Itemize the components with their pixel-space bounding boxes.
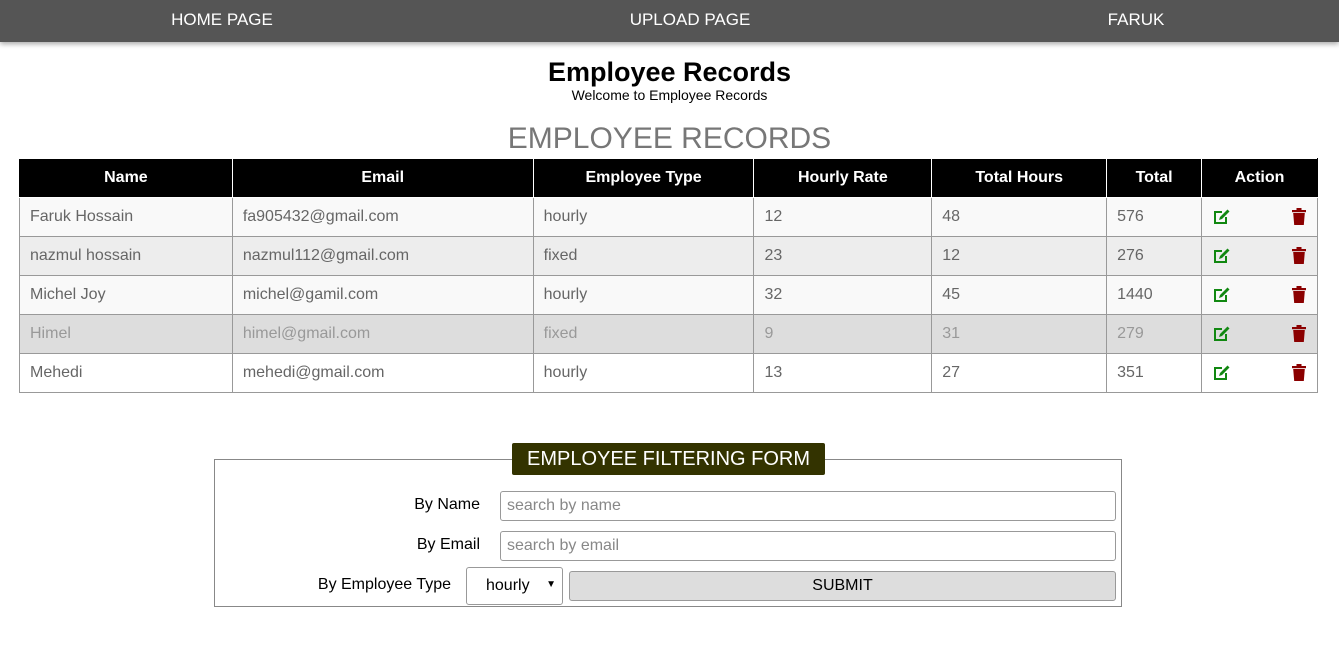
cell-name: Michel Joy (19, 275, 233, 315)
page-title: Employee Records (547, 57, 792, 87)
table-row: Michel Joy michel@gamil.com hourly 32 45… (19, 275, 1318, 315)
cell-email: himel@gmail.com (231, 314, 534, 354)
dropdown-arrow-icon: ▼ (546, 579, 556, 590)
cell-action (1201, 314, 1318, 354)
employee-filtering-form: EMPLOYEE FILTERING FORM By Name By Email… (214, 443, 1122, 607)
cell-total: 1440 (1106, 275, 1203, 315)
by-email-label: By Email (416, 536, 480, 553)
cell-email: nazmul112@gmail.com (231, 236, 534, 276)
trash-icon[interactable] (1292, 325, 1306, 342)
column-header-total-hours[interactable]: Total Hours (931, 158, 1108, 198)
cell-hourly-rate: 32 (753, 275, 933, 315)
cell-employee-type: fixed (532, 236, 755, 276)
cell-total-hours: 31 (931, 314, 1108, 354)
cell-total: 279 (1106, 314, 1203, 354)
nav-upload-link[interactable]: UPLOAD PAGE (630, 0, 751, 42)
trash-icon[interactable] (1292, 247, 1306, 264)
search-by-name-input[interactable] (500, 491, 1116, 521)
edit-icon[interactable] (1212, 286, 1230, 304)
cell-total-hours: 27 (931, 353, 1108, 393)
search-by-email-input[interactable] (500, 531, 1116, 561)
cell-email: michel@gamil.com (231, 275, 534, 315)
cell-name: Mehedi (19, 353, 233, 393)
table-row: Himel himel@gmail.com fixed 9 31 279 (19, 314, 1318, 354)
employee-type-selected-value: hourly (486, 577, 530, 594)
page-subtitle: Welcome to Employee Records (571, 87, 768, 103)
trash-icon[interactable] (1292, 208, 1306, 225)
cell-email: fa905432@gmail.com (231, 197, 534, 237)
employee-type-select[interactable]: hourly ▼ (466, 567, 563, 605)
table-header-row: Name Email Employee Type Hourly Rate Tot… (19, 158, 1318, 198)
cell-total-hours: 12 (931, 236, 1108, 276)
by-employee-type-label: By Employee Type (317, 576, 451, 593)
cell-total-hours: 48 (931, 197, 1108, 237)
trash-icon[interactable] (1292, 364, 1306, 381)
column-header-total[interactable]: Total (1106, 158, 1203, 198)
cell-hourly-rate: 23 (753, 236, 933, 276)
top-navbar: HOME PAGE UPLOAD PAGE FARUK (0, 0, 1339, 42)
column-header-name[interactable]: Name (19, 158, 233, 198)
column-header-action: Action (1201, 158, 1318, 198)
column-header-email[interactable]: Email (231, 158, 534, 198)
cell-employee-type: hourly (532, 275, 755, 315)
trash-icon[interactable] (1292, 286, 1306, 303)
column-header-employee-type[interactable]: Employee Type (532, 158, 755, 198)
cell-name: Himel (19, 314, 233, 354)
cell-employee-type: hourly (532, 197, 755, 237)
cell-name: Faruk Hossain (19, 197, 233, 237)
edit-icon[interactable] (1212, 325, 1230, 343)
column-header-hourly-rate[interactable]: Hourly Rate (753, 158, 933, 198)
edit-icon[interactable] (1212, 247, 1230, 265)
cell-employee-type: hourly (532, 353, 755, 393)
nav-home-link[interactable]: HOME PAGE (171, 0, 273, 42)
cell-action (1201, 353, 1318, 393)
cell-total-hours: 45 (931, 275, 1108, 315)
cell-total: 276 (1106, 236, 1203, 276)
records-section-title: EMPLOYEE RECORDS (507, 122, 832, 155)
cell-employee-type: fixed (532, 314, 755, 354)
cell-hourly-rate: 13 (753, 353, 933, 393)
submit-button[interactable]: SUBMIT (569, 571, 1116, 601)
table-row: Faruk Hossain fa905432@gmail.com hourly … (19, 197, 1318, 237)
cell-action (1201, 197, 1318, 237)
cell-action (1201, 236, 1318, 276)
cell-hourly-rate: 12 (753, 197, 933, 237)
edit-icon[interactable] (1212, 208, 1230, 226)
table-row: nazmul hossain nazmul112@gmail.com fixed… (19, 236, 1318, 276)
edit-icon[interactable] (1212, 364, 1230, 382)
employee-records-table: Name Email Employee Type Hourly Rate Tot… (19, 158, 1318, 393)
table-row: Mehedi mehedi@gmail.com hourly 13 27 351 (19, 353, 1318, 393)
by-name-label: By Name (414, 496, 480, 513)
cell-hourly-rate: 9 (753, 314, 933, 354)
nav-user-link[interactable]: FARUK (1108, 0, 1165, 42)
cell-action (1201, 275, 1318, 315)
cell-name: nazmul hossain (19, 236, 233, 276)
cell-total: 351 (1106, 353, 1203, 393)
filter-form-legend: EMPLOYEE FILTERING FORM (512, 443, 825, 475)
cell-email: mehedi@gmail.com (231, 353, 534, 393)
cell-total: 576 (1106, 197, 1203, 237)
